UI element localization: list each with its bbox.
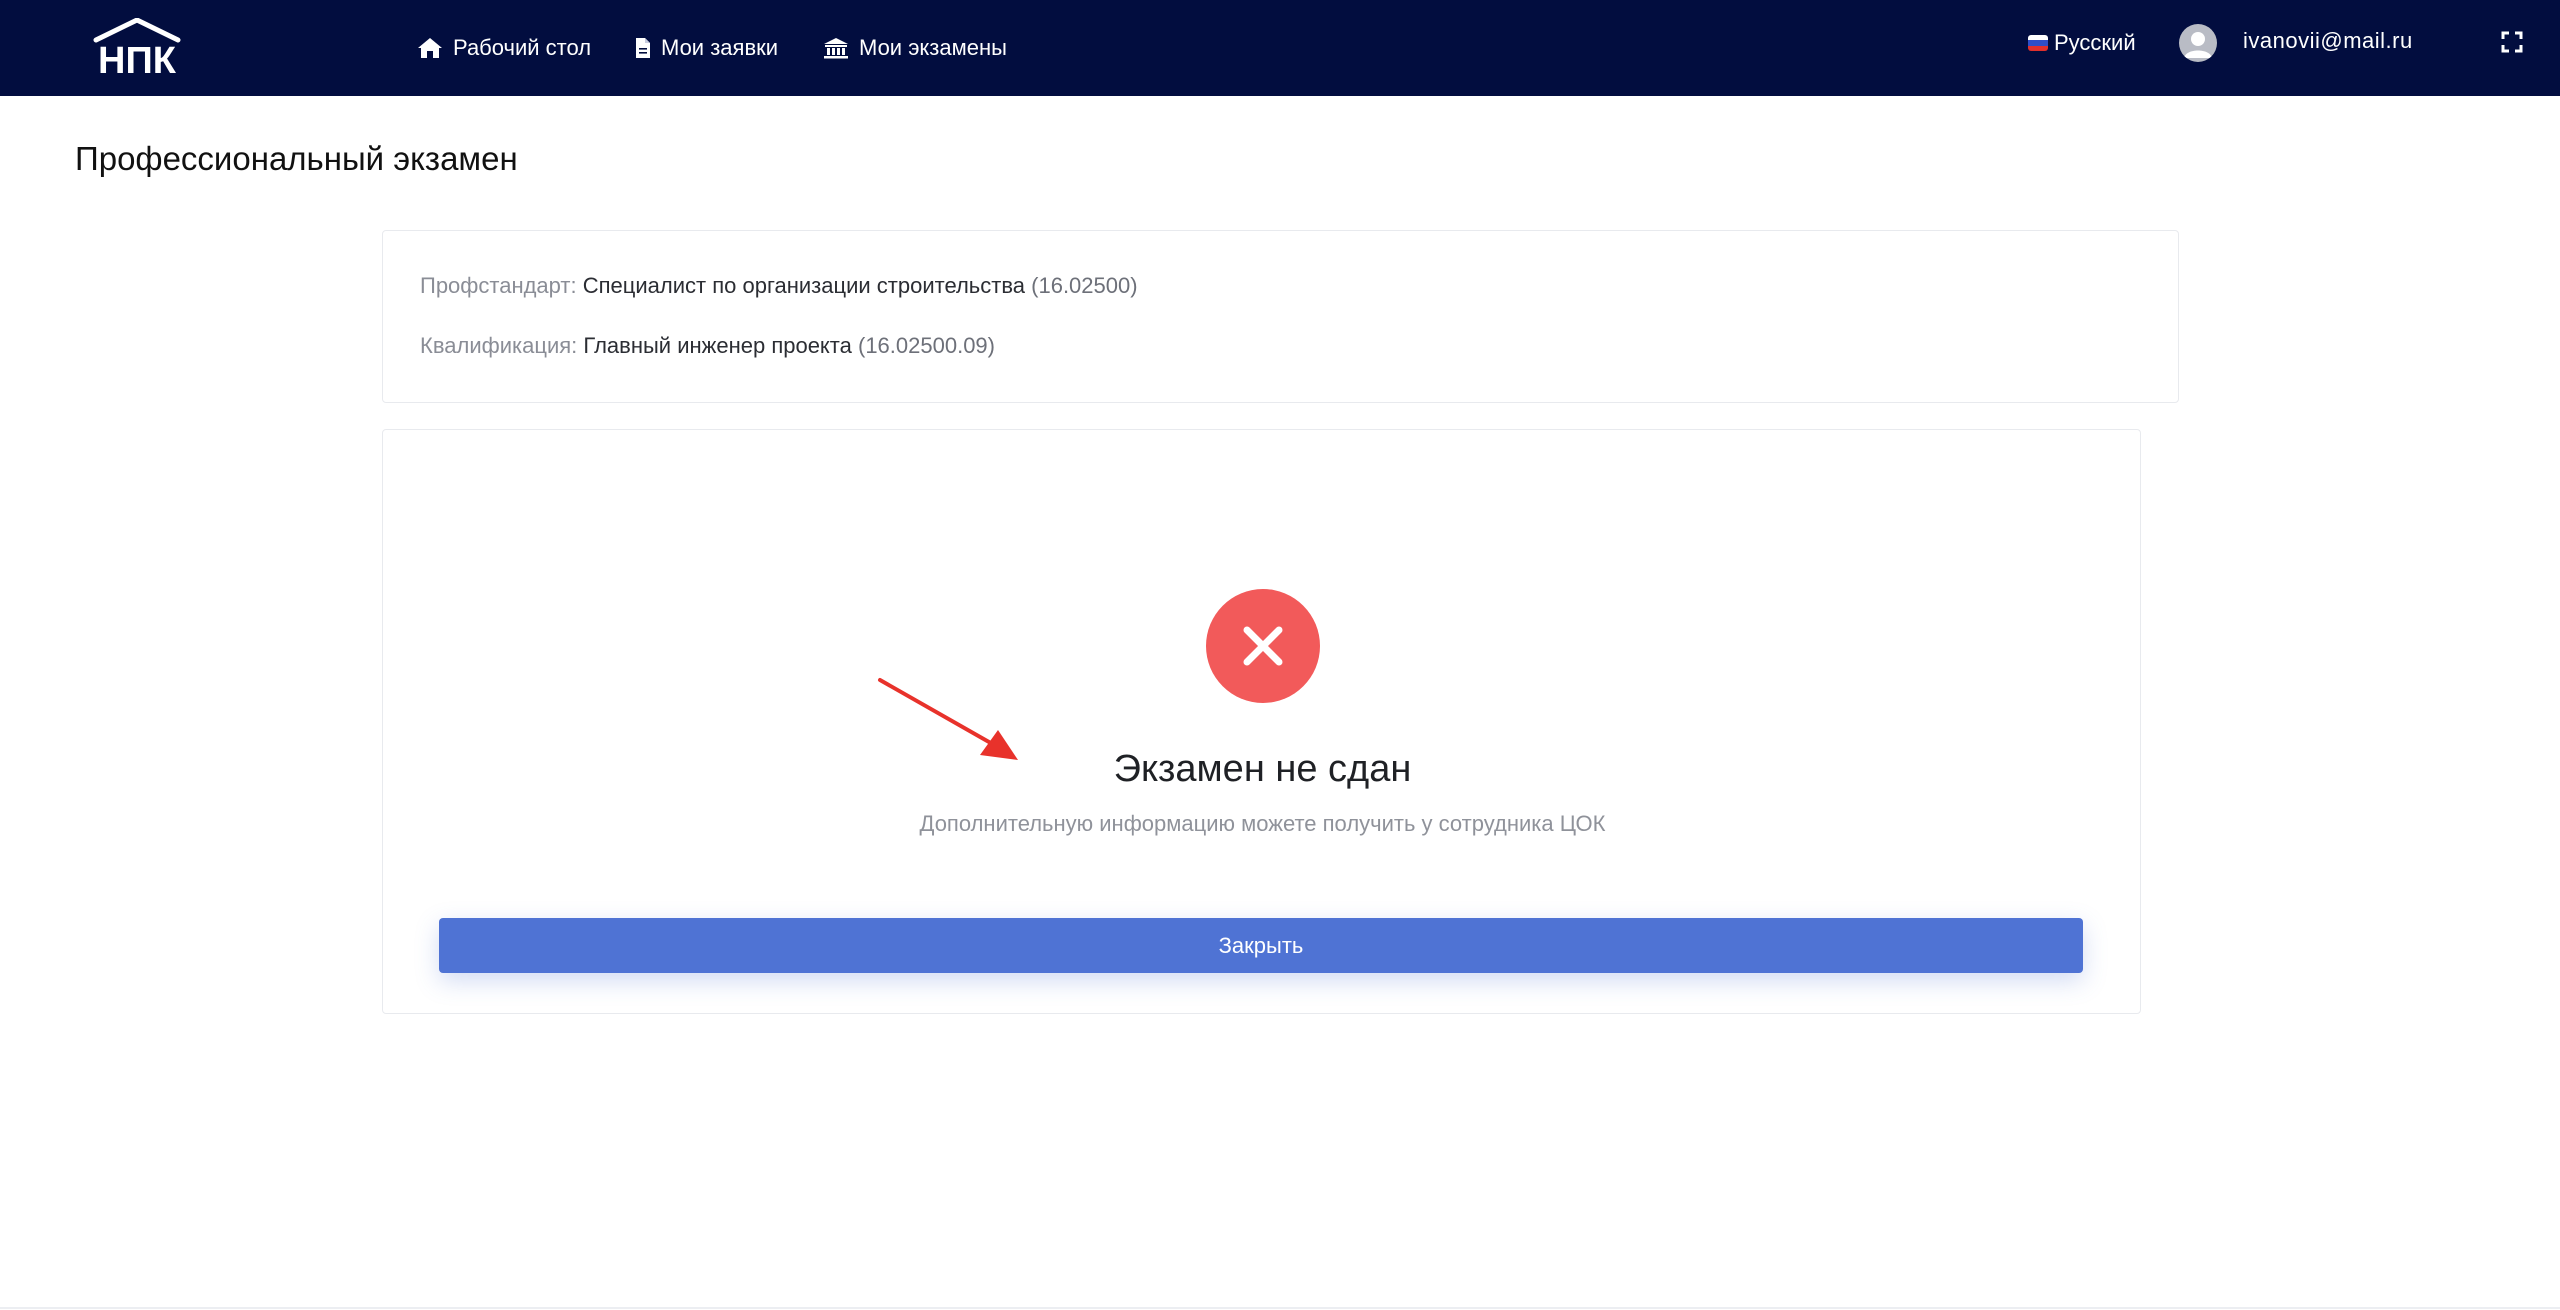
nav-my-exams-label: Мои экзамены [859, 35, 1007, 60]
nav-my-requests[interactable]: Мои заявки [635, 32, 778, 64]
institution-icon [824, 38, 848, 59]
close-button[interactable]: Закрыть [439, 918, 2083, 973]
fail-status-icon [1206, 589, 1320, 703]
result-subtitle: Дополнительную информацию можете получит… [919, 811, 1606, 836]
qualification-row: Квалификация: Главный инженер проекта (1… [420, 333, 995, 359]
qualification-label: Квалификация: [420, 333, 578, 358]
profstandard-label: Профстандарт: [420, 273, 577, 298]
nav-my-requests-label: Мои заявки [661, 35, 779, 60]
top-navbar: НПК Рабочий стол Мои заявки Мои экзамены [0, 0, 2560, 96]
nav-my-exams[interactable]: Мои экзамены [823, 32, 1007, 64]
qualification-code: (16.02500.09) [858, 333, 995, 358]
close-x-icon [1243, 626, 1283, 666]
home-icon [418, 38, 442, 58]
logo-text: НПК [98, 40, 177, 76]
avatar[interactable] [2179, 24, 2217, 62]
fullscreen-icon[interactable] [2500, 30, 2524, 54]
profstandard-code: (16.02500) [1031, 273, 1138, 298]
logo[interactable]: НПК [82, 18, 192, 76]
result-title: Экзамен не сдан [1113, 748, 1412, 790]
language-selector[interactable]: Русский [2028, 28, 2136, 58]
russian-flag-icon [2028, 35, 2048, 51]
footer-divider [0, 1307, 2560, 1309]
nav-desktop-label: Рабочий стол [453, 35, 592, 60]
annotation-arrow-icon [878, 678, 1018, 760]
user-email[interactable]: ivanovii@mail.ru [2243, 28, 2413, 54]
language-label: Русский [2054, 30, 2136, 55]
user-avatar-icon [2184, 32, 2212, 58]
nav-desktop[interactable]: Рабочий стол [417, 32, 591, 64]
exam-result-card: Экзамен не сдан Дополнительную информаци… [382, 429, 2141, 1014]
document-icon [636, 38, 650, 58]
page-title: Профессиональный экзамен [75, 140, 518, 177]
profstandard-row: Профстандарт: Специалист по организации … [420, 273, 1138, 299]
qualification-value: Главный инженер проекта [583, 333, 852, 358]
profstandard-value: Специалист по организации строительства [582, 273, 1026, 298]
exam-info-card: Профстандарт: Специалист по организации … [382, 230, 2179, 403]
